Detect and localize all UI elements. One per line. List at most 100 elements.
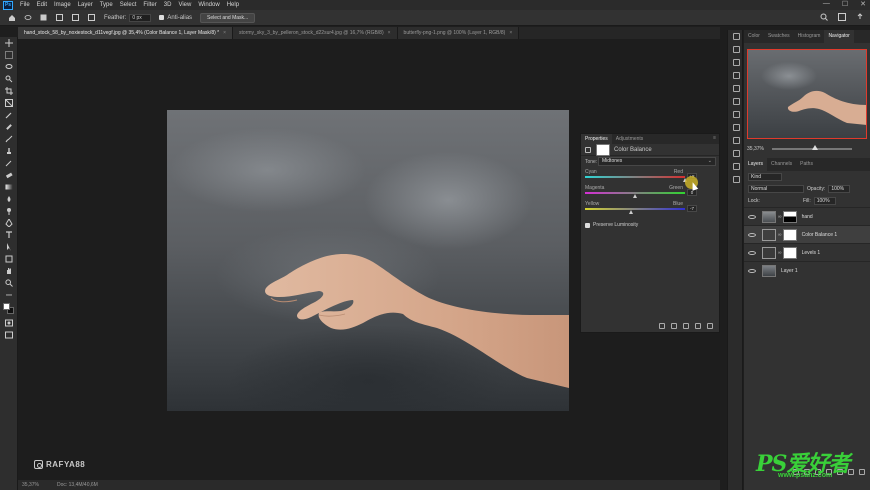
adjustment-icon[interactable] [585,146,591,153]
layer-row-hand[interactable]: ∞ hand [744,207,870,225]
screen-mode-icon[interactable] [0,329,18,341]
layer-row-color-balance[interactable]: ∞ Color Balance 1 [744,225,870,243]
more-tools-icon[interactable] [0,289,18,301]
reset-icon[interactable] [683,323,689,329]
paragraph-icon[interactable] [728,147,744,160]
quick-mask-icon[interactable] [0,317,18,329]
frame-tool-icon[interactable] [0,97,18,109]
antialias-checkbox[interactable] [159,15,165,20]
menu-layer[interactable]: Layer [78,2,93,8]
layer-name[interactable]: hand [802,214,813,220]
foreground-color[interactable] [3,303,10,310]
lasso-tool-icon[interactable] [0,61,18,73]
blend-mode-select[interactable]: Normal [748,185,804,193]
workspace-icon[interactable] [838,13,846,21]
slider-knob[interactable] [632,194,637,198]
navigator-zoom-value[interactable]: 35,37% [747,146,764,152]
zoom-slider[interactable] [771,145,852,150]
dodge-tool-icon[interactable] [0,205,18,217]
history-icon[interactable] [728,30,744,43]
menu-edit[interactable]: Edit [37,2,47,8]
layer-name[interactable]: Color Balance 1 [802,232,838,238]
preserve-luminosity-checkbox[interactable] [585,222,590,228]
minimize-icon[interactable]: — [823,0,830,8]
properties-icon[interactable] [728,121,744,134]
yellow-blue-slider[interactable]: Yellow Blue -7 [581,200,719,216]
add-selection-icon[interactable] [55,13,64,22]
character-icon[interactable] [728,160,744,173]
history-brush-icon[interactable] [0,157,18,169]
feather-input[interactable]: 0 px [129,13,152,22]
info-icon[interactable] [728,108,744,121]
layer-row-levels[interactable]: ∞ Levels 1 [744,243,870,261]
marquee-tool-icon[interactable] [0,49,18,61]
menu-3d[interactable]: 3D [164,2,172,8]
healing-brush-icon[interactable] [0,121,18,133]
quick-select-icon[interactable] [0,73,18,85]
tab-hand-stock[interactable]: hand_stock_58_by_noxiestock_d11vegf.jpg … [18,27,234,39]
zoom-knob[interactable] [811,145,818,150]
blur-tool-icon[interactable] [0,193,18,205]
layer-name[interactable]: Layer 1 [781,268,798,274]
tab-properties[interactable]: Properties [581,134,612,144]
slider-track[interactable] [585,176,685,178]
color-swatches[interactable] [0,301,18,317]
tool-presets-icon[interactable] [728,69,744,82]
tab-stormy-sky[interactable]: stormy_sky_3_by_pelleron_stock_d22sur4.j… [233,27,398,39]
image-canvas[interactable] [167,110,569,411]
layer-mask-thumbnail[interactable] [782,228,797,241]
tab-channels[interactable]: Channels [767,158,796,171]
tab-layers[interactable]: Layers [744,158,768,171]
crop-tool-icon[interactable] [0,85,18,97]
3d-icon[interactable] [728,95,744,108]
clip-to-layer-icon[interactable] [659,323,665,329]
eyedropper-icon[interactable] [0,109,18,121]
layers-panel-icon[interactable] [728,173,744,186]
adjustments-icon[interactable] [728,134,744,147]
eye-icon[interactable] [748,232,756,237]
preserve-luminosity[interactable]: Preserve Luminosity [581,222,719,228]
tab-color[interactable]: Color [744,30,764,43]
cyan-red-slider[interactable]: Cyan Red +8 [581,168,719,184]
layer-row-layer1[interactable]: Layer 1 [744,261,870,279]
trash-icon[interactable] [859,469,865,475]
zoom-tool-icon[interactable] [0,277,18,289]
path-select-icon[interactable] [0,241,18,253]
navigator-view-frame[interactable] [747,49,867,139]
gradient-tool-icon[interactable] [0,181,18,193]
brush-settings-icon[interactable] [728,56,744,69]
link-icon[interactable]: ∞ [778,214,782,220]
delete-icon[interactable] [707,323,713,329]
tab-paths[interactable]: Paths [796,158,817,171]
menu-file[interactable]: File [20,2,30,8]
actions-icon[interactable] [728,43,744,56]
kind-filter-select[interactable]: Kind [748,173,782,181]
share-icon[interactable] [856,13,864,21]
select-and-mask-button[interactable]: Select and Mask... [200,12,256,23]
search-icon[interactable] [820,13,828,21]
menu-filter[interactable]: Filter [143,2,156,8]
move-tool-icon[interactable] [0,37,18,49]
view-previous-icon[interactable] [671,323,677,329]
menu-select[interactable]: Select [120,2,137,8]
new-selection-icon[interactable] [39,13,48,22]
visibility-icon[interactable] [695,323,701,329]
maximize-icon[interactable]: ☐ [842,0,848,8]
magenta-green-slider[interactable]: Magenta Green 0 [581,184,719,200]
shape-tool-icon[interactable] [0,253,18,265]
zoom-level[interactable]: 35,37% [22,482,39,488]
menu-help[interactable]: Help [227,2,239,8]
tab-close-icon[interactable]: × [223,30,226,36]
link-icon[interactable]: ∞ [778,232,782,238]
slider-value[interactable]: -7 [687,205,697,212]
tab-adjustments[interactable]: Adjustments [612,134,648,144]
menu-window[interactable]: Window [198,2,219,8]
menu-type[interactable]: Type [100,2,113,8]
brush-tool-icon[interactable] [0,133,18,145]
eye-icon[interactable] [748,268,756,273]
menu-view[interactable]: View [178,2,191,8]
home-icon[interactable] [7,13,16,22]
pen-tool-icon[interactable] [0,217,18,229]
layer-name[interactable]: Levels 1 [802,250,821,256]
panel-menu-icon[interactable]: ≡ [713,135,716,141]
